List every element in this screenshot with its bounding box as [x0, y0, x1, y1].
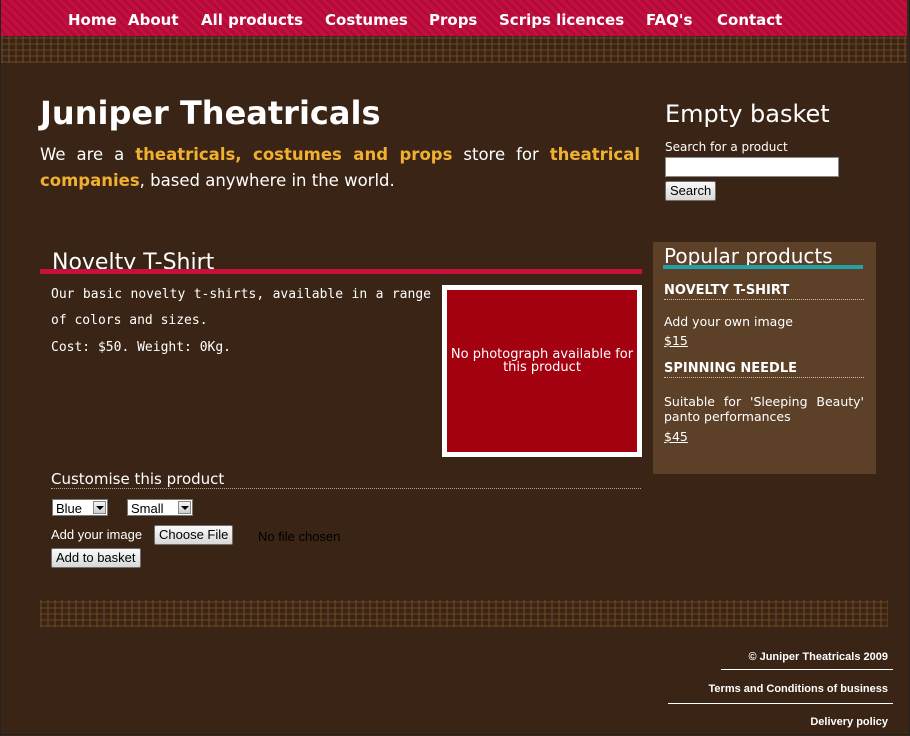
tagline-highlight: theatricals, costumes and props — [135, 145, 453, 164]
add-to-basket-button[interactable]: Add to basket — [51, 548, 141, 568]
choose-file-button[interactable]: Choose File — [154, 525, 234, 545]
site-tagline: We are a theatricals, costumes and props… — [40, 142, 640, 194]
popular-item-description: Suitable for 'Sleeping Beauty' panto per… — [664, 394, 864, 424]
nav-home[interactable]: Home — [68, 11, 117, 29]
footer-divider — [668, 703, 893, 704]
size-select-value: Small — [131, 501, 164, 516]
size-select[interactable]: Small — [127, 499, 193, 516]
basket-status: Empty basket — [665, 100, 830, 128]
popular-item-name[interactable]: NOVELTY T-SHIRT — [664, 283, 789, 298]
customise-title: Customise this product — [51, 470, 225, 488]
search-input[interactable] — [665, 157, 839, 177]
tagline-text: , based anywhere in the world. — [139, 171, 395, 190]
footer-copyright: © Juniper Theatricals 2009 — [748, 651, 888, 663]
product-photo-placeholder: No photograph available for this product — [442, 285, 642, 457]
nav-costumes[interactable]: Costumes — [325, 11, 408, 29]
popular-item-description: Add your own image — [664, 314, 793, 329]
popular-item-divider — [664, 299, 864, 300]
tagline-text: We are a — [40, 145, 136, 164]
add-image-label: Add your image — [51, 527, 143, 542]
tagline-text: store for — [452, 145, 550, 164]
nav-all-products[interactable]: All products — [201, 11, 303, 29]
color-select[interactable]: Blue — [52, 499, 108, 516]
decorative-band-top — [1, 36, 907, 63]
popular-item-divider — [664, 377, 864, 378]
popular-products-panel: Popular products NOVELTY T-SHIRT Add you… — [653, 242, 876, 474]
search-label: Search for a product — [665, 140, 788, 154]
nav-contact[interactable]: Contact — [717, 11, 782, 29]
popular-item-price[interactable]: $45 — [664, 429, 688, 444]
photo-placeholder-text: No photograph available for this product — [450, 347, 634, 375]
file-status: No file chosen — [258, 529, 341, 544]
nav-faqs[interactable]: FAQ's — [646, 11, 692, 29]
product-description: Our basic novelty t-shirts, available in… — [51, 287, 431, 328]
search-button[interactable]: Search — [665, 181, 717, 201]
footer-terms-link[interactable]: Terms and Conditions of business — [709, 683, 888, 695]
nav-about[interactable]: About — [128, 11, 179, 29]
popular-item-name[interactable]: SPINNING NEEDLE — [664, 361, 797, 376]
footer-divider — [721, 669, 893, 670]
site-title: Juniper Theatricals — [40, 94, 381, 132]
decorative-band-bottom — [40, 600, 888, 627]
product-cost: Cost: $50. Weight: 0Kg. — [51, 340, 232, 355]
top-navigation: Home About All products Costumes Props S… — [1, 0, 907, 36]
popular-title-underline — [663, 265, 863, 269]
nav-scrips-licences[interactable]: Scrips licences — [499, 11, 624, 29]
footer-delivery-link[interactable]: Delivery policy — [810, 716, 888, 728]
product-title-underline — [40, 269, 642, 274]
chevron-down-icon — [178, 501, 191, 514]
chevron-down-icon — [93, 501, 106, 514]
popular-item-price[interactable]: $15 — [664, 333, 688, 348]
nav-props[interactable]: Props — [429, 11, 477, 29]
customise-divider — [51, 488, 641, 489]
color-select-value: Blue — [56, 501, 83, 516]
